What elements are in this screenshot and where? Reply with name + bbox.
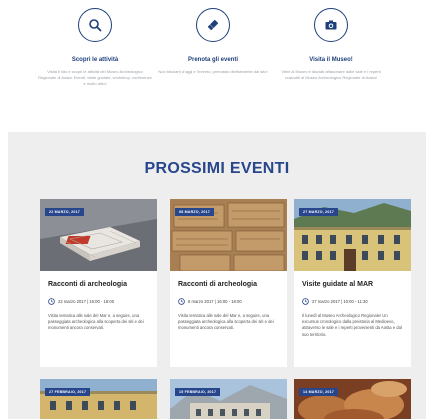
feature-title[interactable]: Scopri le attività <box>30 57 160 63</box>
feature-scopri[interactable]: Scopri le attività Visita il sito e scop… <box>30 8 160 87</box>
date-badge: 27 MARZO, 2017 <box>299 208 338 216</box>
event-image[interactable]: 27 FEBBRAIO, 2017 <box>40 379 157 419</box>
event-image[interactable]: 08 MARZO, 2017 <box>170 199 287 271</box>
event-description: Il lunedì al Museo Archeologico Regional… <box>302 313 402 337</box>
feature-description: Non bisolarti d'oggi e l'evento, prenota… <box>158 69 268 74</box>
feature-visita[interactable]: Visita il Museo! Vieni al Museo e lascia… <box>266 8 396 81</box>
clock-icon <box>178 298 185 305</box>
events-section: PROSSIMI EVENTI 22 MARZO, 2017 Racconti … <box>8 132 426 419</box>
event-card[interactable]: 27 FEBBRAIO, 2017 <box>40 379 157 419</box>
event-card[interactable]: 14 MARZO, 2017 <box>294 379 411 419</box>
feature-title[interactable]: Prenota gli eventi <box>148 57 278 63</box>
search-icon[interactable] <box>78 8 112 42</box>
features-section: Scopri le attività Visita il sito e scop… <box>0 0 426 128</box>
clock-icon <box>48 298 55 305</box>
event-image[interactable]: 15 FEBBRAIO, 2017 <box>170 379 287 419</box>
event-description: Visita tematica alle sale del Mar e, a s… <box>48 313 144 331</box>
event-image[interactable]: 14 MARZO, 2017 <box>294 379 411 419</box>
date-badge: 27 FEBBRAIO, 2017 <box>45 388 91 396</box>
feature-prenota[interactable]: Prenota gli eventi Non bisolarti d'oggi … <box>148 8 278 75</box>
feature-title[interactable]: Visita il Museo! <box>266 57 396 63</box>
event-datetime: 27 marzo 2017 | 10:00 - 11:30 <box>312 299 368 304</box>
event-datetime: 22 marzo 2017 | 16:00 - 18:00 <box>58 299 115 304</box>
event-title[interactable]: Visite guidate al MAR <box>302 281 403 288</box>
date-badge: 08 MARZO, 2017 <box>175 208 214 216</box>
event-title[interactable]: Racconti di archeologia <box>48 281 149 288</box>
event-card[interactable]: 08 MARZO, 2017 Racconti di archeologia 8… <box>170 199 287 367</box>
event-card[interactable]: 15 FEBBRAIO, 2017 <box>170 379 287 419</box>
event-description: Visita tematica alle sale del Mar e, a s… <box>178 313 274 331</box>
date-badge: 14 MARZO, 2017 <box>299 388 338 396</box>
events-section-title: PROSSIMI EVENTI <box>144 160 290 177</box>
event-card[interactable]: 22 MARZO, 2017 Racconti di archeologia 2… <box>40 199 157 367</box>
event-datetime: 8 marzo 2017 | 16:00 - 18:00 <box>188 299 242 304</box>
event-image[interactable]: 27 MARZO, 2017 <box>294 199 411 271</box>
ticket-icon[interactable] <box>196 8 230 42</box>
date-badge: 22 MARZO, 2017 <box>45 208 84 216</box>
feature-description: Visita il sito e scopri le attività del … <box>38 69 152 86</box>
event-card[interactable]: 27 MARZO, 2017 Visite guidate al MAR 27 … <box>294 199 411 367</box>
feature-description: Vieni al Museo e lasciati affascinare da… <box>281 69 381 80</box>
event-image[interactable]: 22 MARZO, 2017 <box>40 199 157 271</box>
event-title[interactable]: Racconti di archeologia <box>178 281 279 288</box>
clock-icon <box>302 298 309 305</box>
date-badge: 15 FEBBRAIO, 2017 <box>175 388 221 396</box>
camera-icon[interactable] <box>314 8 348 42</box>
